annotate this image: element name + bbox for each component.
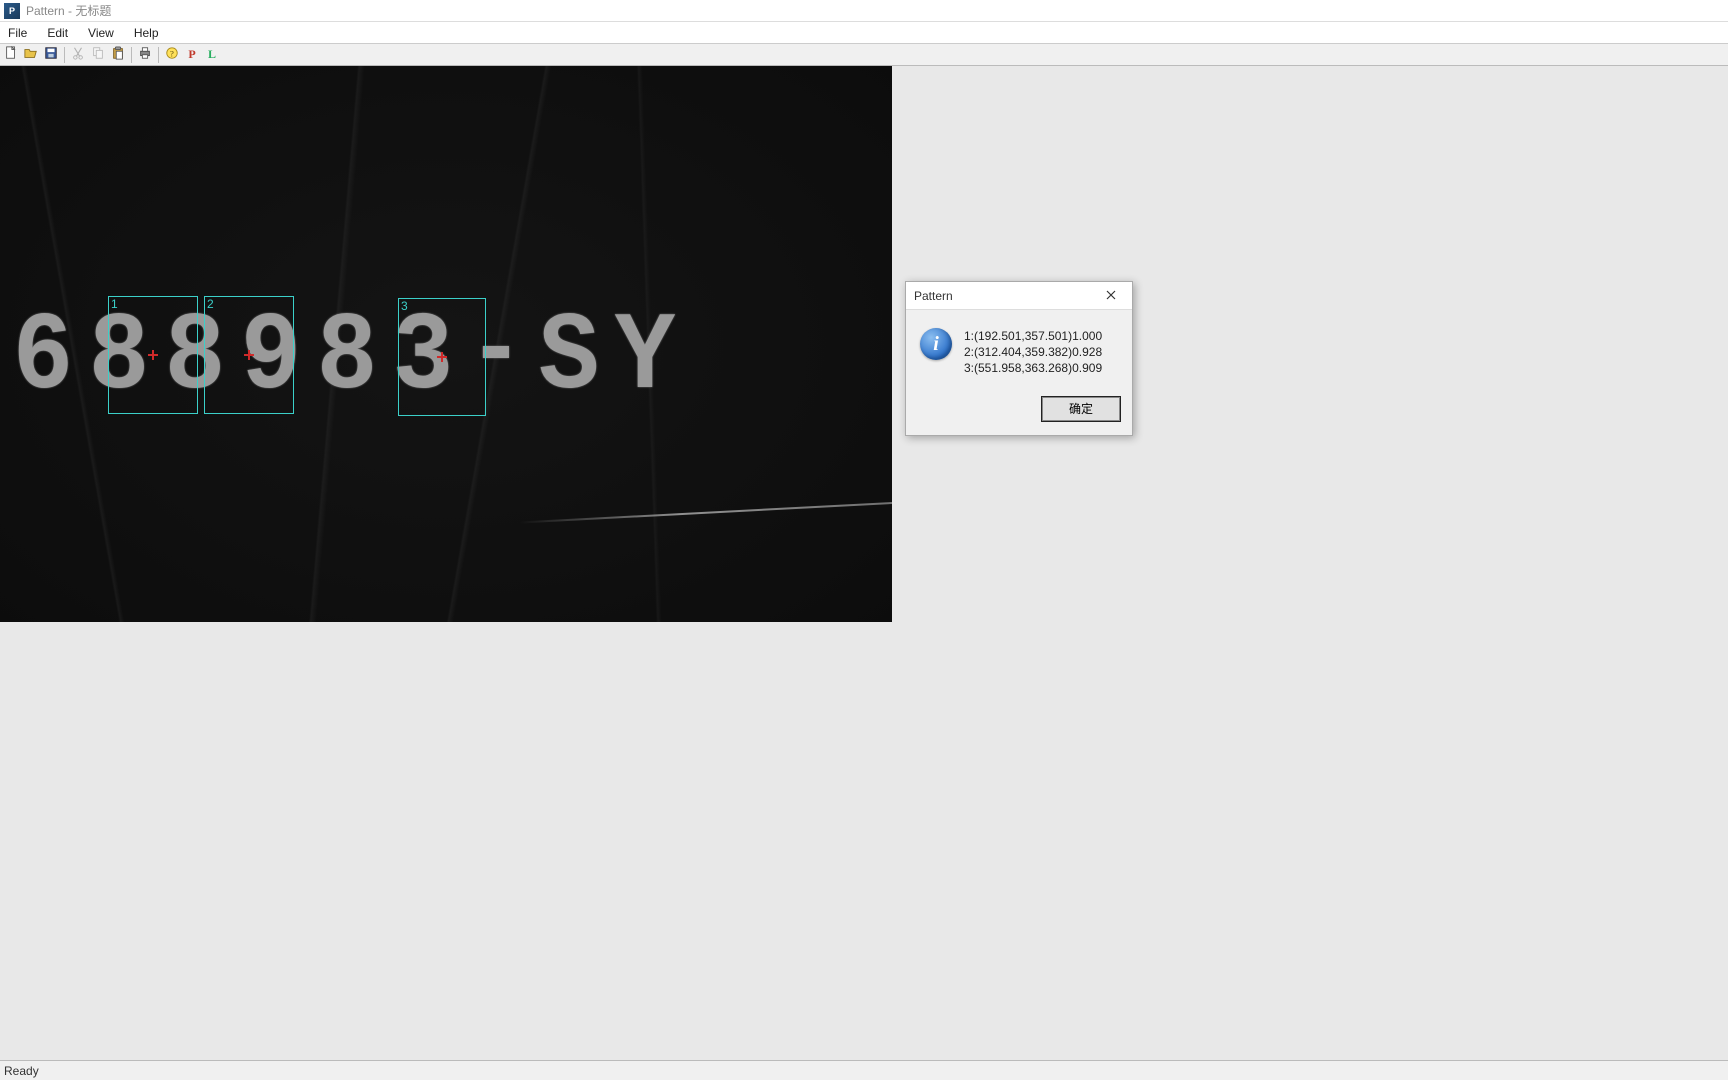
paste-icon [111,46,125,63]
dialog-close-button[interactable] [1098,286,1124,306]
image-char: S [539,304,600,414]
dialog-body: i 1:(192.501,357.501)1.000 2:(312.404,35… [906,310,1132,389]
dialog-line: 2:(312.404,359.382)0.928 [964,344,1102,360]
print-icon [138,46,152,63]
detection-label: 1 [111,297,118,311]
info-icon: i [920,328,952,360]
dialog-titlebar[interactable]: Pattern [906,282,1132,310]
status-text: Ready [4,1064,39,1078]
crosshair-icon [437,352,447,362]
menubar: File Edit View Help [0,22,1728,44]
toolbar-save[interactable] [42,46,60,64]
detection-box[interactable]: 1 [108,296,198,414]
detection-label: 2 [207,297,214,311]
p-icon: P [188,47,195,62]
detection-label: 3 [401,299,408,313]
svg-text:?: ? [170,49,174,59]
menu-help[interactable]: Help [124,24,169,42]
toolbar-open[interactable] [22,46,40,64]
menu-file[interactable]: File [4,24,37,42]
close-icon [1106,289,1116,303]
toolbar-p[interactable]: P [183,46,201,64]
toolbar-about[interactable]: ? [163,46,181,64]
toolbar-separator [158,47,159,63]
detection-box[interactable]: 3 [398,298,486,416]
crosshair-icon [244,350,254,360]
app-icon: P [4,3,20,19]
toolbar-separator [131,47,132,63]
crosshair-icon [148,350,158,360]
toolbar: ? P L [0,44,1728,66]
toolbar-l[interactable]: L [203,46,221,64]
app-window: P Pattern - 无标题 File Edit View Help [0,0,1728,1080]
cut-icon [71,46,85,63]
dialog-message: 1:(192.501,357.501)1.000 2:(312.404,359.… [964,328,1102,377]
dialog-title: Pattern [914,289,953,303]
toolbar-print[interactable] [136,46,154,64]
toolbar-paste[interactable] [109,46,127,64]
folder-open-icon [24,46,38,63]
save-icon [44,46,58,63]
toolbar-separator [64,47,65,63]
dialog-line: 3:(551.958,363.268)0.909 [964,360,1102,376]
statusbar: Ready [0,1060,1728,1080]
menu-edit[interactable]: Edit [37,24,78,42]
new-file-icon [4,46,18,63]
image-char: 8 [317,304,378,414]
image-char: 6 [13,304,74,414]
image-view[interactable]: 6 8 8 9 8 3 - S Y 123 [0,66,892,622]
dialog-ok-button[interactable]: 确定 [1042,397,1120,421]
dialog-button-row: 确定 [906,389,1132,435]
copy-icon [91,46,105,63]
toolbar-copy[interactable] [89,46,107,64]
toolbar-new[interactable] [2,46,20,64]
pattern-dialog: Pattern i 1:(192.501,357.501)1.000 2:(31… [905,281,1133,436]
toolbar-cut[interactable] [69,46,87,64]
detection-box[interactable]: 2 [204,296,294,414]
menu-view[interactable]: View [78,24,124,42]
titlebar: P Pattern - 无标题 [0,0,1728,22]
l-icon: L [208,47,216,62]
window-title: Pattern - 无标题 [26,2,111,19]
dialog-line: 1:(192.501,357.501)1.000 [964,328,1102,344]
help-icon: ? [165,46,179,63]
client-area: 6 8 8 9 8 3 - S Y 123 Pattern i [0,66,1728,1060]
image-char: Y [615,304,676,414]
